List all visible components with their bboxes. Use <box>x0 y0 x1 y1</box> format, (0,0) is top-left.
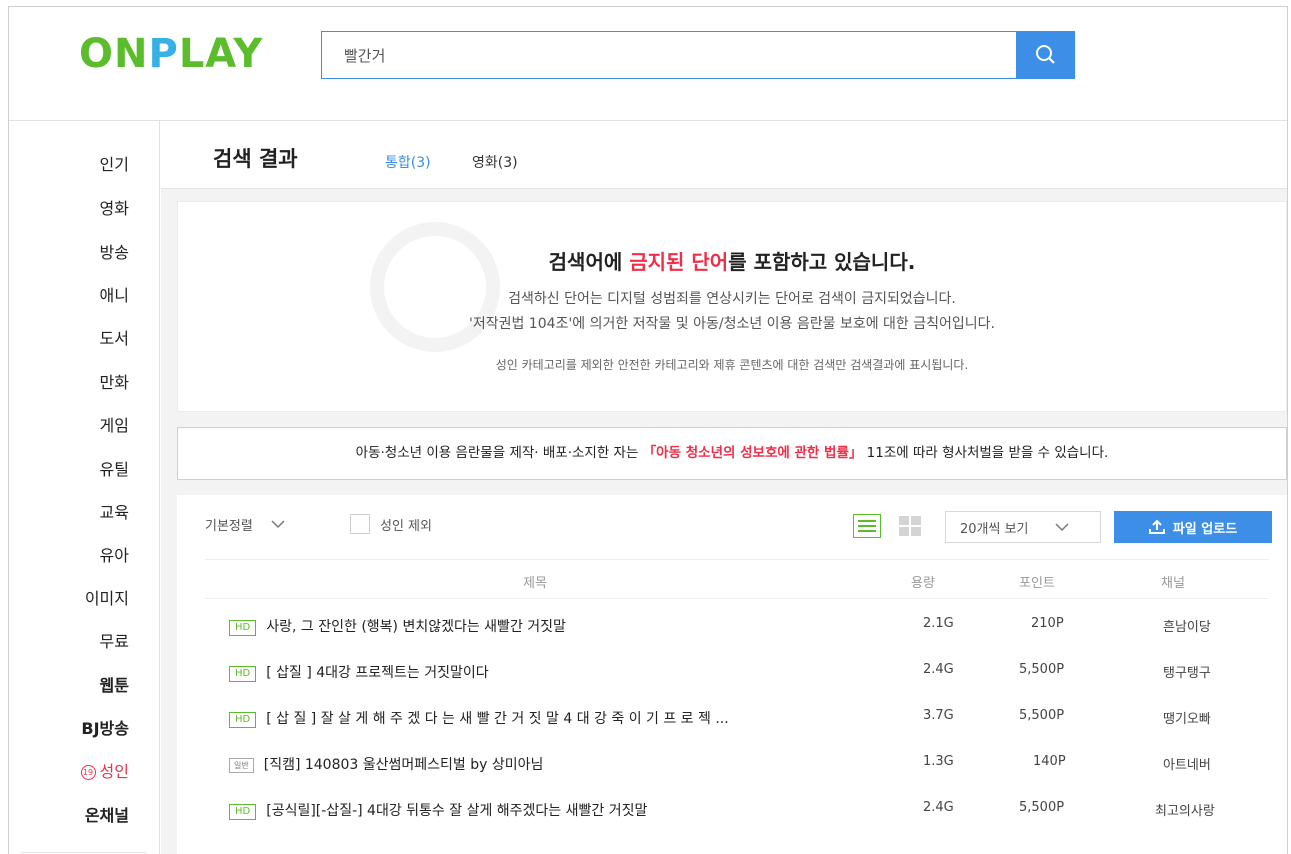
tab-movie[interactable]: 영화(3) <box>472 152 518 172</box>
age-19-icon: 19 <box>80 765 96 780</box>
warning-text: 검색하신 단어는 디지털 성범죄를 연상시키는 단어로 검색이 금지되었습니다. <box>508 291 956 307</box>
sidebar-item-comics[interactable]: 만화 <box>100 369 129 393</box>
table-row[interactable]: 일반 [직캠] 140803 울산썸머페스티벌 by 상미아님 1.3G 140P… <box>205 741 1269 785</box>
file-title[interactable]: [공식릴][-삽질-] 4대강 뒤통수 잘 살게 해주겠다는 새빨간 거짓말 <box>266 803 647 819</box>
file-channel[interactable]: 아트네버 <box>1163 754 1211 773</box>
law-name: 「아동 청소년의 성보호에 관한 법률」 <box>642 445 863 461</box>
file-title[interactable]: [ 삽질 ] 4대강 프로젝트는 거짓말이다 <box>266 665 488 681</box>
sidebar-item-movie[interactable]: 영화 <box>100 195 129 219</box>
file-channel[interactable]: 최고의사랑 <box>1155 800 1215 819</box>
sort-dropdown[interactable]: 기본정렬 <box>205 515 285 534</box>
file-size: 2.4G <box>923 800 954 815</box>
search-button[interactable] <box>1016 32 1074 78</box>
table-row[interactable]: HD 사랑, 그 잔인한 (행복) 변치않겠다는 새빨간 거짓말 2.1G 210… <box>205 603 1269 647</box>
chevron-down-icon <box>271 520 285 529</box>
checkbox[interactable] <box>350 514 370 534</box>
column-title: 제목 <box>523 576 547 591</box>
table-row[interactable]: HD [ 삽 질 ] 잘 살 게 해 주 겠 다 는 새 빨 간 거 짓 말 4 … <box>205 695 1269 739</box>
file-size: 2.1G <box>923 616 954 631</box>
search-icon <box>1036 45 1055 64</box>
file-title[interactable]: [ 삽 질 ] 잘 살 게 해 주 겠 다 는 새 빨 간 거 짓 말 4 대 … <box>266 711 728 727</box>
warning-text: '저작권법 104조'에 의거한 저작물 및 아동/청소년 이용 음란물 보호에… <box>468 316 995 332</box>
file-points: 5,500P <box>1019 708 1065 723</box>
sidebar-item-education[interactable]: 교육 <box>100 499 129 523</box>
app-window: ONPLAY 인기 영화 방송 애니 도서 만화 게임 유틸 교육 유아 이미지… <box>8 6 1288 854</box>
column-size: 용량 <box>911 576 935 591</box>
tab-all[interactable]: 통합(3) <box>385 152 431 172</box>
sidebar-item-games[interactable]: 게임 <box>100 412 129 436</box>
search-box <box>321 31 1075 79</box>
file-title[interactable]: [직캠] 140803 울산썸머페스티벌 by 상미아님 <box>264 757 544 773</box>
chevron-down-icon <box>1054 522 1069 531</box>
adult-exclude-checkbox[interactable]: 성인 제외 <box>350 514 432 534</box>
file-points: 5,500P <box>1019 800 1065 815</box>
file-title[interactable]: 사랑, 그 잔인한 (행복) 변치않겠다는 새빨간 거짓말 <box>266 619 566 635</box>
hd-badge: HD <box>229 712 257 728</box>
per-page-dropdown[interactable]: 20개씩 보기 <box>945 511 1101 543</box>
sidebar-item-broadcast[interactable]: 방송 <box>100 239 129 263</box>
hd-badge: HD <box>229 666 257 682</box>
hd-badge: HD <box>229 620 257 636</box>
hd-badge: HD <box>229 804 257 820</box>
site-header: ONPLAY <box>9 7 1287 121</box>
sidebar-item-onchannel[interactable]: 온채널 <box>85 802 129 826</box>
results-list-panel: 기본정렬 성인 제외 20개씩 보기 파일 업로드 제목 용량 포인트 채널 H… <box>177 495 1287 854</box>
sidebar-item-kids[interactable]: 유아 <box>100 542 129 566</box>
divider <box>21 852 146 853</box>
category-sidebar: 인기 영화 방송 애니 도서 만화 게임 유틸 교육 유아 이미지 무료 웹툰 … <box>9 121 160 854</box>
grid-view-icon[interactable] <box>899 516 921 536</box>
file-points: 5,500P <box>1019 662 1065 677</box>
sidebar-item-free[interactable]: 무료 <box>100 628 129 652</box>
file-points: 140P <box>1033 754 1066 769</box>
warning-note: 성인 카테고리를 제외한 안전한 카테고리와 제휴 콘텐츠에 대한 검색만 검색… <box>495 358 969 372</box>
search-input[interactable] <box>322 32 1012 78</box>
results-header: 검색 결과 통합(3) 영화(3) <box>161 121 1287 189</box>
sidebar-item-label: 성인 <box>99 762 129 781</box>
sidebar-item-popular[interactable]: 인기 <box>100 151 129 175</box>
sidebar-item-webtoon[interactable]: 웹툰 <box>100 672 129 696</box>
sidebar-item-anime[interactable]: 애니 <box>100 282 129 306</box>
file-points: 210P <box>1031 616 1064 631</box>
column-channel: 채널 <box>1161 576 1185 591</box>
sidebar-item-images[interactable]: 이미지 <box>85 585 129 609</box>
checkbox-label: 성인 제외 <box>380 518 432 534</box>
page-title: 검색 결과 <box>213 147 298 171</box>
list-view-icon[interactable] <box>853 514 881 538</box>
file-size: 2.4G <box>923 662 954 677</box>
sidebar-item-utilities[interactable]: 유틸 <box>100 456 129 480</box>
legal-notice: 아동·청소년 이용 음란물을 제작· 배포·소지한 자는 「아동 청소년의 성보… <box>177 427 1287 480</box>
file-upload-button[interactable]: 파일 업로드 <box>1114 511 1272 543</box>
table-row[interactable]: HD [ 삽질 ] 4대강 프로젝트는 거짓말이다 2.4G 5,500P 탱구탱… <box>205 649 1269 693</box>
file-channel[interactable]: 흔남이당 <box>1163 616 1211 635</box>
forbidden-word-warning: 검색어에 금지된 단어를 포함하고 있습니다. 검색하신 단어는 디지털 성범죄… <box>177 201 1287 412</box>
file-size: 1.3G <box>923 754 954 769</box>
table-header: 제목 용량 포인트 채널 <box>205 559 1269 599</box>
onplay-logo[interactable]: ONPLAY <box>79 31 263 77</box>
file-channel[interactable]: 탱구탱구 <box>1163 662 1211 681</box>
sidebar-item-books[interactable]: 도서 <box>100 325 129 349</box>
general-badge: 일반 <box>229 758 254 773</box>
sidebar-item-bj-broadcast[interactable]: BJ방송 <box>81 715 129 739</box>
main-content: 검색 결과 통합(3) 영화(3) 검색어에 금지된 단어를 포함하고 있습니다… <box>161 121 1287 854</box>
table-row[interactable]: HD [공식릴][-삽질-] 4대강 뒤통수 잘 살게 해주겠다는 새빨간 거짓말… <box>205 787 1269 831</box>
warning-heading: 검색어에 금지된 단어를 포함하고 있습니다. <box>548 250 916 274</box>
column-points: 포인트 <box>1019 576 1055 591</box>
sidebar-item-adult[interactable]: 19 성인 <box>80 758 129 782</box>
file-size: 3.7G <box>923 708 954 723</box>
upload-icon <box>1148 519 1165 534</box>
file-channel[interactable]: 땡기오빠 <box>1163 708 1211 727</box>
